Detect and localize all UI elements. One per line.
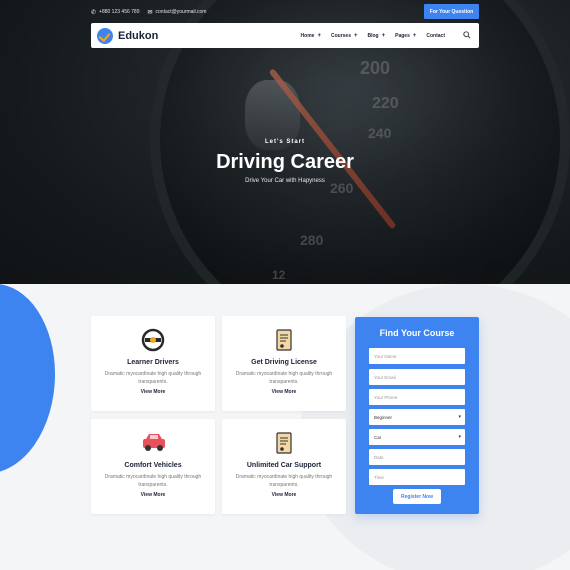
- nav-item-blog[interactable]: Blog +: [368, 33, 386, 39]
- nav-label: Contact: [426, 32, 445, 39]
- vehicle-select-value: Car: [374, 434, 382, 440]
- card-title: Unlimited Car Support: [246, 462, 322, 469]
- email-field[interactable]: Your Email: [369, 369, 465, 385]
- card-title: Get Driving License: [251, 359, 317, 366]
- blue-blob-decoration: [0, 284, 55, 474]
- time-field[interactable]: Time: [369, 469, 465, 485]
- card-unlimited-support: Unlimited Car Support Dramatic myocardin…: [222, 419, 346, 514]
- card-learner-drivers: Learner Drivers Dramatic myocardinate hi…: [91, 316, 215, 411]
- nav-item-home[interactable]: Home +: [301, 33, 321, 39]
- find-course-form: Find Your Course Your Name Your Email Yo…: [355, 317, 479, 514]
- phone-text: +880 123 456 789: [99, 9, 140, 15]
- question-button[interactable]: For Your Question: [424, 4, 479, 19]
- top-bar: ✆ +880 123 456 789 ✉ contact@yourmail.co…: [91, 4, 479, 20]
- view-more-link[interactable]: View More: [91, 492, 215, 498]
- card-description: Dramatic myocardinate high quality throu…: [104, 371, 202, 385]
- nav-label: Blog: [367, 32, 379, 39]
- plus-icon: +: [353, 32, 358, 39]
- card-title: Learner Drivers: [127, 359, 179, 366]
- nav-item-pages[interactable]: Pages +: [395, 33, 416, 39]
- view-more-link[interactable]: View More: [222, 389, 346, 395]
- license-document-icon: [272, 328, 296, 352]
- card-description: Dramatic myocardinate high quality throu…: [235, 474, 333, 488]
- phone-icon: ✆: [91, 9, 97, 16]
- plus-icon: +: [317, 32, 321, 39]
- main-menu: Home + Courses + Blog + Pages + Contact: [291, 30, 471, 41]
- phone-field[interactable]: Your Phone: [369, 389, 465, 405]
- phone-contact[interactable]: ✆ +880 123 456 789: [91, 9, 140, 16]
- card-description: Dramatic myocardinate high quality throu…: [104, 474, 202, 488]
- logo[interactable]: Edukon: [97, 27, 159, 44]
- nav-label: Home: [300, 32, 315, 39]
- card-comfort-vehicles: Comfort Vehicles Dramatic myocardinate h…: [91, 419, 215, 514]
- hero-banner: 200 220 240 260 280 12 ✆ +880 123 456 78…: [0, 0, 570, 284]
- logo-text: Edukon: [118, 29, 159, 42]
- nav-item-courses[interactable]: Courses +: [331, 33, 358, 39]
- view-more-link[interactable]: View More: [222, 492, 346, 498]
- hero-subtitle: Drive Your Car with Hapyness: [245, 178, 325, 184]
- card-description: Dramatic myocardinate high quality throu…: [235, 371, 333, 385]
- plus-icon: +: [412, 32, 417, 39]
- nav-item-contact[interactable]: Contact: [426, 33, 445, 39]
- hero-kicker: Let's Start: [264, 139, 306, 145]
- steering-wheel-icon: [141, 328, 165, 352]
- card-title: Comfort Vehicles: [124, 462, 182, 469]
- search-icon[interactable]: [463, 30, 471, 41]
- register-now-button[interactable]: Register Now: [393, 489, 441, 504]
- chevron-down-icon: ▾: [458, 434, 461, 440]
- email-text: contact@yourmail.com: [155, 9, 207, 15]
- chevron-down-icon: ▾: [458, 414, 461, 420]
- date-field[interactable]: Date: [369, 449, 465, 465]
- form-title: Find Your Course: [379, 328, 455, 338]
- hero-title: Driving Career: [216, 151, 354, 173]
- level-select[interactable]: Beginner ▾: [369, 409, 465, 425]
- certificate-document-icon: [272, 431, 296, 455]
- vehicle-select[interactable]: Car ▾: [369, 429, 465, 445]
- navbar: Edukon Home + Courses + Blog + Pages + Conta…: [91, 23, 479, 48]
- car-icon: [141, 431, 165, 455]
- plus-icon: +: [381, 32, 386, 39]
- email-contact[interactable]: ✉ contact@yourmail.com: [148, 9, 207, 16]
- nav-label: Pages: [395, 32, 410, 39]
- nav-label: Courses: [330, 32, 351, 39]
- card-driving-license: Get Driving License Dramatic myocardinat…: [222, 316, 346, 411]
- logo-icon: [97, 27, 113, 44]
- view-more-link[interactable]: View More: [91, 389, 215, 395]
- level-select-value: Beginner: [374, 414, 393, 420]
- name-field[interactable]: Your Name: [369, 348, 465, 364]
- mail-icon: ✉: [147, 9, 153, 16]
